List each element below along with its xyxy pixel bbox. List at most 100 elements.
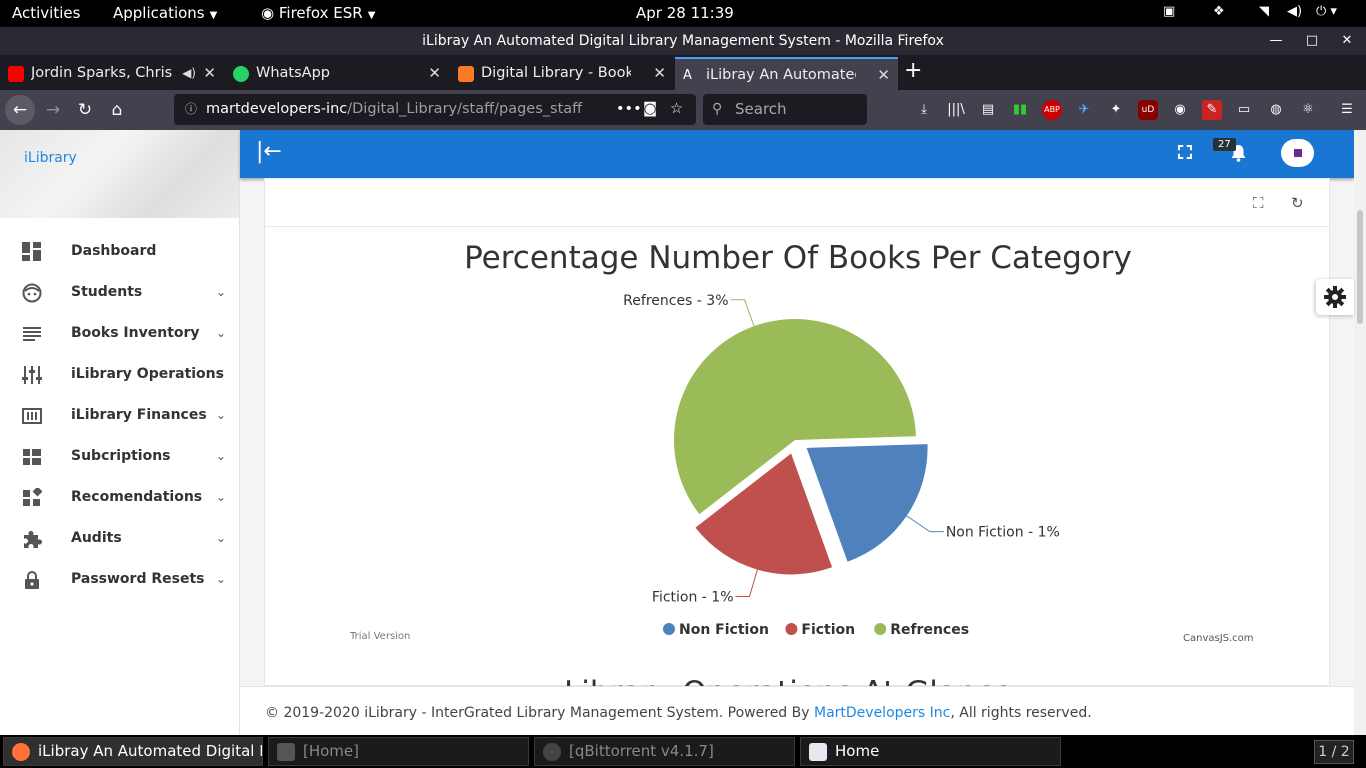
pie-chart-svg: Non Fiction - 1% Fiction - 1% Refrences - … (623, 293, 1060, 638)
tab-digital-library[interactable]: Digital Library - Book Gu ✕ (450, 57, 674, 90)
sidebar-item-finances[interactable]: iLibrary Finances ⌄ (0, 398, 239, 439)
maximize-icon[interactable]: □ (1298, 27, 1326, 55)
brand-link[interactable]: iLibrary (24, 150, 77, 166)
legend-label-non-fiction[interactable]: Non Fiction (679, 622, 769, 638)
dashboard-icon (22, 242, 41, 261)
sidebar-item-books-inventory[interactable]: Books Inventory ⌄ (0, 316, 239, 357)
page-actions-icon[interactable]: ••• (612, 94, 642, 125)
reload-icon[interactable]: ↻ (70, 95, 100, 125)
react-devtools-icon[interactable]: ⚛ (1298, 100, 1318, 120)
footer-link[interactable]: MartDevelopers Inc (814, 705, 950, 721)
tab-whatsapp[interactable]: WhatsApp ✕ (225, 57, 449, 90)
gnome-top-bar: Activities Applications ▼ ◉ Firefox ESR ▼ … (0, 0, 1366, 27)
index-label-refrences: Refrences - 3% (623, 293, 728, 309)
sidebar-item-audits[interactable]: Audits ⌄ (0, 521, 239, 562)
power-icon[interactable]: ⏻ ▾ (1316, 4, 1337, 19)
tab-close-icon[interactable]: ✕ (653, 57, 666, 90)
tab-close-icon[interactable]: ✕ (203, 57, 216, 90)
sidebar-item-label: iLibrary Operations (71, 366, 224, 382)
new-tab-icon[interactable]: + (904, 58, 922, 83)
tab-close-icon[interactable]: ✕ (428, 57, 441, 90)
sidebar-item-dashboard[interactable]: Dashboard (0, 234, 239, 275)
card-refresh-icon[interactable]: ↻ (1291, 196, 1305, 211)
taskbar-item-qbittorrent[interactable]: [qBittorrent v4.1.7] (534, 737, 795, 766)
taskbar-item-home-folder[interactable]: [Home] (268, 737, 529, 766)
screenshot-icon[interactable]: ▣ (1163, 4, 1175, 19)
list-icon (23, 327, 41, 341)
activities-button[interactable]: Activities (12, 4, 80, 22)
library-icon[interactable]: |||\ (946, 100, 966, 120)
canvasjs-credit[interactable]: CanvasJS.com (1183, 633, 1254, 644)
sidebar-icon[interactable]: ▤ (978, 100, 998, 120)
globe-icon[interactable]: ◍ (1266, 100, 1286, 120)
scrollbar-thumb[interactable] (1357, 210, 1363, 324)
forward-icon[interactable]: → (38, 95, 68, 125)
extension-window-icon[interactable]: ▭ (1234, 100, 1254, 120)
ublock-icon[interactable]: uD (1138, 100, 1158, 120)
speaker-icon[interactable]: ◀) (182, 57, 196, 90)
notification-count-badge: 27 (1213, 138, 1236, 151)
tab-label: iLibray An Automated D (706, 67, 856, 83)
index-label-connector (906, 515, 944, 533)
legend-marker-fiction[interactable] (785, 623, 798, 635)
navigation-toolbar: ← → ↻ ⌂ ⓘ martdevelopers-inc/Digital_Lib… (0, 90, 1366, 130)
extension-plane-icon[interactable]: ✈ (1074, 100, 1094, 120)
card-fullscreen-icon[interactable]: ⛶ (1253, 196, 1267, 211)
extension-pen-icon[interactable]: ✎ (1202, 100, 1222, 120)
taskbar-item-firefox[interactable]: iLibray An Automated Digital L... (3, 737, 263, 766)
page-scrollbar[interactable] (1354, 130, 1366, 735)
sidebar-item-subcriptions[interactable]: Subcriptions ⌄ (0, 439, 239, 480)
window-titlebar: iLibray An Automated Digital Library Man… (0, 27, 1366, 55)
legend-marker-non-fiction[interactable] (663, 623, 675, 635)
home-icon[interactable]: ⌂ (102, 95, 132, 125)
account-icon[interactable]: ◉ (1170, 100, 1190, 120)
tab-close-icon[interactable]: ✕ (877, 59, 890, 90)
info-icon[interactable]: ⓘ (185, 94, 197, 125)
applications-label: Applications (113, 4, 205, 22)
legend-label-refrences[interactable]: Refrences (890, 622, 969, 638)
taskbar-item-home[interactable]: Home (800, 737, 1061, 766)
pie-slice-non-fiction[interactable] (806, 444, 928, 562)
sidebar-item-students[interactable]: Students ⌄ (0, 275, 239, 316)
sidebar-item-operations[interactable]: iLibrary Operations ⌄ (0, 357, 239, 398)
avatar[interactable] (1281, 139, 1314, 167)
tab-label: Jordin Sparks, Chris (31, 65, 173, 81)
hamburger-menu-icon[interactable]: ☰ (1337, 100, 1357, 120)
settings-gear-button[interactable] (1316, 279, 1354, 315)
pocket-icon[interactable]: ◙ (641, 94, 658, 125)
legend-label-fiction[interactable]: Fiction (801, 622, 855, 638)
fullscreen-icon[interactable] (1178, 145, 1192, 159)
search-input[interactable]: ⚲ Search (703, 94, 867, 125)
tab-ilibrary[interactable]: A iLibray An Automated D ✕ (675, 57, 898, 90)
close-icon[interactable]: ✕ (1333, 27, 1361, 55)
tab-youtube[interactable]: Jordin Sparks, Chris ◀) ✕ (0, 57, 224, 90)
gear-icon (1324, 286, 1346, 308)
sidebar-item-label: Students (71, 284, 143, 300)
trial-watermark: Trial Version (350, 631, 411, 642)
extension-github-icon[interactable]: ✦ (1106, 100, 1126, 120)
chevron-down-icon: ⌄ (216, 490, 227, 504)
workspace-indicator[interactable]: 1 / 2 (1314, 740, 1354, 764)
collapse-sidebar-icon[interactable]: |← (256, 139, 282, 164)
sidebar-item-recomendations[interactable]: Recomendations ⌄ (0, 480, 239, 521)
section-title-operations: Library Operations At Glance (564, 673, 1013, 686)
minimize-icon[interactable]: — (1262, 27, 1290, 55)
window-title: iLibray An Automated Digital Library Man… (422, 33, 944, 49)
tab-label: WhatsApp (256, 65, 330, 81)
extension-graph-icon[interactable]: ▮▮ (1010, 100, 1030, 120)
dropbox-icon[interactable]: ❖ (1213, 4, 1225, 19)
url-bar[interactable]: ⓘ martdevelopers-inc/Digital_Library/sta… (174, 94, 696, 125)
app-menu-firefox[interactable]: ◉ Firefox ESR ▼ (261, 4, 375, 22)
adblock-icon[interactable]: ABP (1042, 100, 1062, 120)
applications-menu[interactable]: Applications ▼ (113, 4, 217, 22)
bookmark-star-icon[interactable]: ☆ (668, 94, 683, 125)
back-icon[interactable]: ← (5, 95, 35, 125)
chevron-down-icon: ▼ (367, 10, 376, 21)
downloads-icon[interactable]: ⤓ (914, 100, 934, 120)
legend-marker-refrences[interactable] (874, 623, 887, 635)
volume-icon[interactable]: ◀) (1287, 4, 1302, 19)
wifi-icon[interactable]: ◥ (1259, 4, 1269, 19)
clock[interactable]: Apr 28 11:39 (636, 4, 734, 22)
sidebar-item-password-resets[interactable]: Password Resets ⌄ (0, 562, 239, 603)
firefox-icon (12, 743, 30, 761)
